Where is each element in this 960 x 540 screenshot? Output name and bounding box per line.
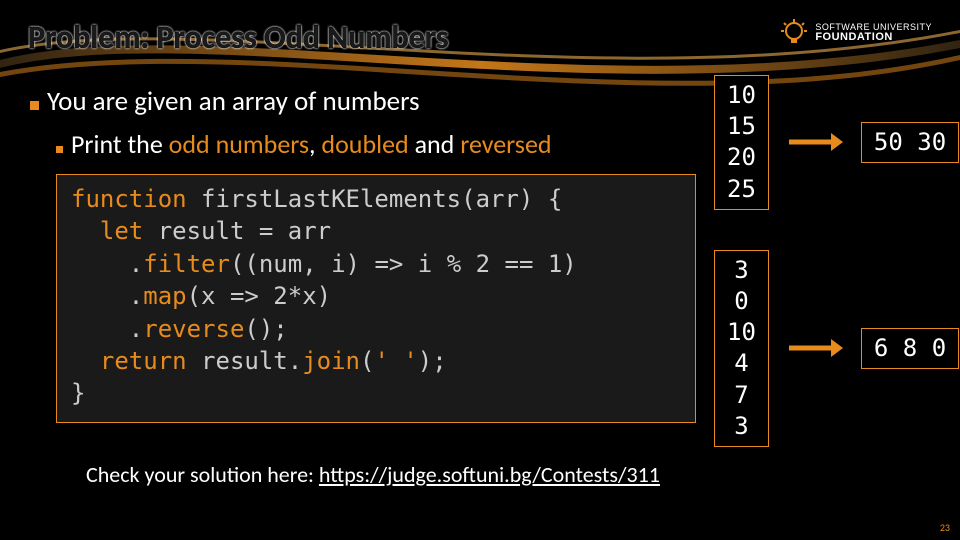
code-kw: let [71, 217, 143, 245]
code-kw: join [302, 347, 360, 375]
code-kw: reverse [143, 315, 244, 343]
logo-line2: FOUNDATION [815, 32, 932, 44]
code-text: ( [360, 347, 374, 375]
code-text: ((num, i) => i % 2 == 1) [230, 250, 577, 278]
arrow-icon [787, 130, 843, 154]
code-kw: filter [143, 250, 230, 278]
code-text: . [71, 282, 143, 310]
text: , [309, 128, 321, 160]
code-text: . [71, 315, 143, 343]
highlight: reversed [460, 128, 551, 160]
code-kw: function [71, 185, 187, 213]
code-text: firstLastKElements(arr) { [187, 185, 563, 213]
code-text: ); [418, 347, 447, 375]
softuni-logo: SOFTWARE UNIVERSITY FOUNDATION [779, 18, 932, 48]
code-text: } [71, 379, 85, 407]
input-box: 10 15 20 25 [714, 75, 769, 210]
highlight: doubled [321, 128, 408, 160]
output-box: 6 8 0 [861, 328, 959, 369]
text: Check your solution here: [86, 461, 319, 488]
code-str: ' ' [374, 347, 417, 375]
code-kw: return [71, 347, 187, 375]
code-block: function firstLastKElements(arr) { let r… [56, 174, 696, 423]
code-text: result. [187, 347, 303, 375]
bullet-main-text: You are given an array of numbers [47, 85, 420, 118]
code-kw: map [143, 282, 186, 310]
text: Print the [71, 128, 169, 160]
code-text: (x => 2*x) [187, 282, 332, 310]
highlight: odd numbers [169, 128, 309, 160]
example-1: 10 15 20 25 50 30 [714, 75, 959, 210]
code-text: . [71, 250, 143, 278]
bullet-sub: Print the odd numbers, doubled and rever… [56, 128, 696, 160]
example-2: 3 0 10 4 7 3 6 8 0 [714, 250, 959, 447]
bullet-main: You are given an array of numbers [30, 85, 696, 118]
page-number: 23 [940, 521, 950, 534]
output-box: 50 30 [861, 122, 959, 163]
slide-title: Problem: Process Odd Numbers [28, 18, 448, 57]
bullet-icon [56, 146, 63, 153]
check-solution-link[interactable]: https://judge.softuni.bg/Contests/311 [319, 461, 660, 488]
text: and [409, 128, 461, 160]
code-text: result = arr [143, 217, 331, 245]
check-solution-line: Check your solution here: https://judge.… [86, 461, 932, 488]
code-text: (); [244, 315, 287, 343]
input-box: 3 0 10 4 7 3 [714, 250, 769, 447]
bullet-icon [30, 101, 39, 110]
arrow-icon [787, 336, 843, 360]
bullet-sub-text: Print the odd numbers, doubled and rever… [71, 128, 552, 160]
lightbulb-icon [779, 18, 809, 48]
